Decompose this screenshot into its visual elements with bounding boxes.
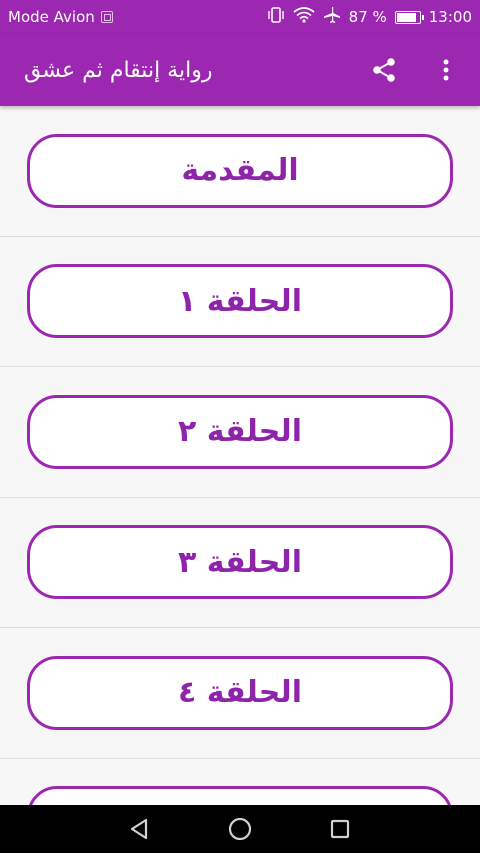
list-item: الحلقة ٣: [0, 498, 480, 628]
navigation-bar: [0, 805, 480, 853]
list-item: الحلقة ٢: [0, 367, 480, 498]
sim-icon: [100, 11, 113, 23]
chapter-button-2[interactable]: الحلقة ٢: [27, 394, 453, 469]
chapter-button-4[interactable]: الحلقة ٤: [27, 655, 453, 730]
list-item: [0, 759, 480, 805]
home-circle-icon[interactable]: [220, 809, 260, 849]
back-triangle-icon[interactable]: [120, 809, 160, 849]
more-vert-icon[interactable]: [430, 54, 462, 86]
recents-square-icon[interactable]: [320, 809, 360, 849]
status-left: Mode Avion: [8, 8, 113, 26]
list-item: الحلقة ١: [0, 237, 480, 367]
battery-percent: 87 %: [348, 8, 387, 26]
chapter-button-5[interactable]: [27, 786, 453, 805]
list-item: الحلقة ٤: [0, 628, 480, 759]
chapter-button-intro[interactable]: المقدمة: [27, 133, 453, 208]
battery-icon: [394, 10, 424, 24]
app-bar: رواية إنتقام ثم عشق: [0, 34, 480, 106]
battery-level: [396, 12, 416, 22]
chapter-list[interactable]: المقدمة الحلقة ١ الحلقة ٢ الحلقة ٣ الحلق…: [0, 106, 480, 805]
vibrate-icon: [267, 7, 285, 27]
wifi-icon: [293, 7, 315, 27]
status-right: 87 % 13:00: [267, 6, 472, 28]
chapter-button-3[interactable]: الحلقة ٣: [27, 525, 453, 600]
app-title: رواية إنتقام ثم عشق: [24, 57, 213, 83]
carrier-label: Mode Avion: [8, 8, 95, 26]
airplane-icon: [323, 6, 341, 28]
chapter-button-1[interactable]: الحلقة ١: [27, 264, 453, 339]
app-bar-actions: [368, 54, 462, 86]
status-bar: Mode Avion 87 % 13:00: [0, 0, 480, 34]
clock: 13:00: [428, 8, 472, 26]
list-item: المقدمة: [0, 106, 480, 237]
share-icon[interactable]: [368, 54, 400, 86]
